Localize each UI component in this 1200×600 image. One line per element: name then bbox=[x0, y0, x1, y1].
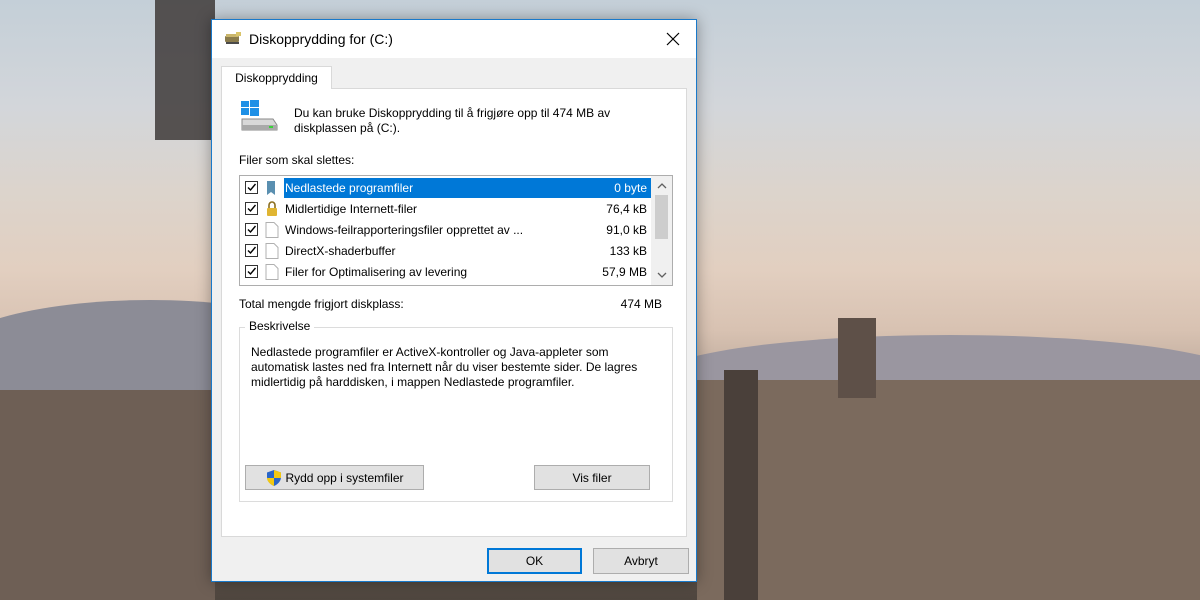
checkbox[interactable] bbox=[245, 202, 258, 215]
tab-disk-cleanup[interactable]: Diskopprydding bbox=[221, 66, 332, 89]
background-monument bbox=[724, 370, 758, 600]
checkmark-icon bbox=[247, 204, 257, 213]
disk-cleanup-dialog: Diskopprydding for (C:) Diskopprydding D… bbox=[211, 19, 697, 582]
list-item[interactable]: Filer for Optimalisering av levering 57,… bbox=[240, 262, 651, 283]
ok-button[interactable]: OK bbox=[487, 548, 582, 574]
folder-icon bbox=[265, 180, 279, 196]
lock-icon bbox=[265, 201, 279, 217]
clean-system-files-label: Rydd opp i systemfiler bbox=[285, 470, 404, 485]
total-space-value: 474 MB bbox=[620, 297, 662, 311]
checkmark-icon bbox=[247, 225, 257, 234]
checkbox[interactable] bbox=[245, 181, 258, 194]
files-to-delete-label: Filer som skal slettes: bbox=[239, 153, 355, 167]
cancel-button[interactable]: Avbryt bbox=[593, 548, 689, 574]
list-item[interactable]: DirectX-shaderbuffer 133 kB bbox=[240, 241, 651, 262]
file-category-label: DirectX-shaderbuffer bbox=[285, 244, 396, 258]
scroll-down-button[interactable] bbox=[651, 266, 672, 283]
description-title: Beskrivelse bbox=[245, 319, 315, 333]
view-files-button[interactable]: Vis filer bbox=[534, 465, 650, 490]
uac-shield-icon bbox=[265, 469, 283, 487]
checkbox[interactable] bbox=[245, 244, 258, 257]
file-category-label: Windows-feilrapporteringsfiler opprettet… bbox=[285, 223, 524, 237]
chevron-up-icon bbox=[657, 182, 666, 188]
list-item[interactable]: Windows-feilrapporteringsfiler opprettet… bbox=[240, 220, 651, 241]
files-list[interactable]: Nedlastede programfiler 0 byte Midlertid… bbox=[239, 175, 673, 286]
file-category-size: 57,9 MB bbox=[602, 265, 647, 279]
file-icon bbox=[265, 264, 279, 280]
list-item[interactable]: Midlertidige Internett-filer 76,4 kB bbox=[240, 199, 651, 220]
background-tower bbox=[838, 318, 876, 398]
checkmark-icon bbox=[247, 246, 257, 255]
chevron-down-icon bbox=[657, 272, 666, 278]
drive-icon bbox=[239, 99, 279, 131]
intro-text: Du kan bruke Diskopprydding til å frigjø… bbox=[294, 106, 611, 135]
file-category-size: 91,0 kB bbox=[606, 223, 647, 237]
list-item[interactable]: Nedlastede programfiler 0 byte bbox=[240, 178, 651, 199]
vertical-scrollbar[interactable] bbox=[651, 176, 672, 285]
file-category-size: 76,4 kB bbox=[606, 202, 647, 216]
scroll-up-button[interactable] bbox=[651, 177, 672, 194]
file-category-size: 0 byte bbox=[614, 181, 647, 195]
description-text: Nedlastede programfiler er ActiveX-kontr… bbox=[251, 345, 638, 389]
file-category-label: Midlertidige Internett-filer bbox=[285, 202, 418, 216]
background-buildings bbox=[697, 380, 1200, 600]
checkmark-icon bbox=[247, 267, 257, 276]
background-column bbox=[155, 0, 215, 140]
close-button[interactable] bbox=[650, 20, 696, 58]
scrollbar-thumb[interactable] bbox=[655, 195, 668, 239]
close-icon bbox=[666, 32, 680, 46]
file-category-size: 133 kB bbox=[609, 244, 647, 258]
background-buildings bbox=[0, 390, 215, 600]
checkbox[interactable] bbox=[245, 265, 258, 278]
title-bar: Diskopprydding for (C:) bbox=[212, 20, 696, 58]
window-title: Diskopprydding for (C:) bbox=[249, 31, 393, 47]
checkmark-icon bbox=[247, 183, 257, 192]
checkbox[interactable] bbox=[245, 223, 258, 236]
file-icon bbox=[265, 222, 279, 238]
total-space-label: Total mengde frigjort diskplass: bbox=[239, 297, 404, 311]
tab-panel: Du kan bruke Diskopprydding til å frigjø… bbox=[221, 88, 687, 537]
disk-cleanup-icon bbox=[224, 31, 242, 45]
file-icon bbox=[265, 243, 279, 259]
file-category-label: Filer for Optimalisering av levering bbox=[285, 265, 468, 279]
clean-system-files-button[interactable]: Rydd opp i systemfiler bbox=[245, 465, 424, 490]
